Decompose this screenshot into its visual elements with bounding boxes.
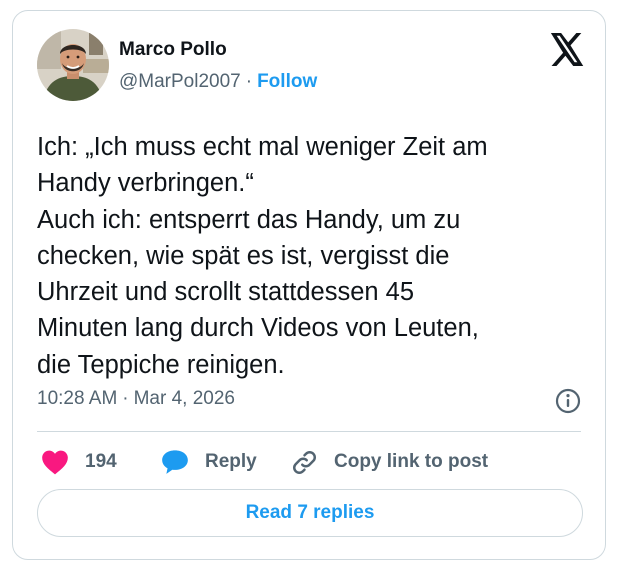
x-logo-icon[interactable] (549, 33, 585, 66)
separator-dot: · (122, 388, 129, 409)
post-text-line: Handy verbringen.“ (37, 169, 254, 198)
author-meta: @MarPol2007 · Follow (119, 71, 317, 93)
read-replies-button[interactable]: Read 7 replies (37, 489, 583, 537)
post-text-line: die Teppiche reinigen. (37, 350, 285, 379)
divider (37, 431, 581, 432)
post-text-line: checken, wie spät es ist, vergisst die (37, 241, 450, 270)
like-count: 194 (85, 451, 117, 472)
link-icon (293, 450, 316, 474)
reply-label: Reply (205, 451, 257, 472)
separator-dot: · (245, 71, 253, 92)
post-timestamp[interactable]: 10:28 AM · Mar 4, 2026 (37, 388, 235, 410)
author-handle[interactable]: @MarPol2007 (119, 71, 241, 92)
author-name[interactable]: Marco Pollo (119, 39, 227, 61)
like-button[interactable]: 194 (41, 447, 117, 477)
post-text-line: Ich: „Ich muss echt mal weniger Zeit am (37, 133, 488, 161)
post-text: Ich: „Ich muss echt mal weniger Zeit am … (37, 129, 587, 383)
reply-button[interactable]: Reply (161, 447, 257, 477)
info-icon[interactable] (555, 388, 581, 414)
follow-button[interactable]: Follow (257, 71, 317, 92)
avatar[interactable] (37, 29, 109, 101)
copy-link-label: Copy link to post (334, 451, 489, 472)
post-card: Marco Pollo @MarPol2007 · Follow Ich: „Ich… (12, 10, 606, 560)
copy-link-button[interactable]: Copy link to post (291, 447, 488, 477)
avatar-image (37, 29, 109, 101)
post-time: 10:28 AM (37, 388, 118, 409)
post-date: Mar 4, 2026 (133, 388, 236, 409)
post-text-line: Auch ich: entsperrt das Handy, um zu (37, 205, 461, 234)
post-text-line: Minuten lang durch Videos von Leuten, (37, 314, 479, 343)
post-text-line: Uhrzeit und scrollt stattdessen 45 (37, 278, 415, 307)
speech-bubble-icon (162, 450, 188, 474)
heart-icon (42, 450, 68, 475)
